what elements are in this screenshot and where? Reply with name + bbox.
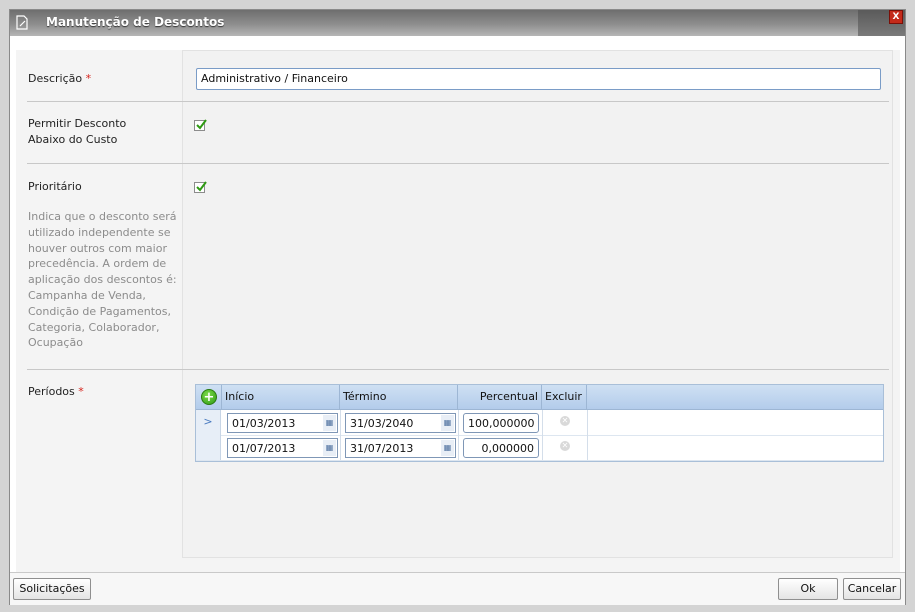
termino-date-field[interactable]: 31/07/2013 ▦: [345, 438, 456, 458]
separator: [27, 101, 889, 102]
discount-maintenance-window: Manutenção de Descontos X Descrição * Ad…: [9, 9, 906, 605]
inicio-value: 01/07/2013: [232, 442, 296, 455]
calendar-icon[interactable]: ▦: [441, 440, 454, 456]
solicitacoes-button[interactable]: Solicitações: [13, 578, 91, 600]
prioritario-checkbox[interactable]: [194, 181, 207, 193]
ok-button[interactable]: Ok: [778, 578, 838, 600]
separator: [27, 163, 889, 164]
periods-grid: + Início Término Percentual Excluir > 01…: [195, 384, 884, 462]
footer-bar: Solicitações Ok Cancelar: [10, 572, 905, 605]
inicio-date-field[interactable]: 01/03/2013 ▦: [227, 413, 338, 433]
termino-value: 31/03/2040: [350, 417, 414, 430]
column-divider: [340, 410, 341, 435]
title-bar[interactable]: Manutenção de Descontos X: [10, 10, 905, 36]
column-divider: [458, 410, 459, 435]
prioritario-hint: Indica que o desconto será utilizado ind…: [28, 210, 177, 350]
periodos-label: Períodos *: [28, 385, 84, 398]
grid-header: + Início Término Percentual Excluir: [196, 385, 883, 410]
termino-date-field[interactable]: 31/03/2040 ▦: [345, 413, 456, 433]
delete-row-icon[interactable]: ✕: [560, 416, 570, 426]
column-divider: [587, 435, 588, 460]
column-divider: [542, 435, 543, 460]
column-divider: [458, 435, 459, 460]
table-row[interactable]: 01/07/2013 ▦ 31/07/2013 ▦ 0,000000 ✕: [196, 435, 883, 461]
required-mark: *: [78, 385, 84, 398]
inicio-date-field[interactable]: 01/07/2013 ▦: [227, 438, 338, 458]
checkmark-icon: [196, 119, 207, 130]
delete-row-icon[interactable]: ✕: [560, 441, 570, 451]
column-header-inicio[interactable]: Início: [222, 385, 340, 409]
checkmark-icon: [196, 181, 207, 192]
permitir-label-line1: Permitir Desconto: [28, 117, 127, 130]
add-cell: +: [196, 385, 222, 409]
percentual-field[interactable]: 100,000000: [463, 413, 539, 433]
descricao-label: Descrição *: [28, 72, 91, 85]
percentual-field[interactable]: 0,000000: [463, 438, 539, 458]
column-header-percentual[interactable]: Percentual: [458, 385, 542, 409]
column-header-termino[interactable]: Término: [340, 385, 458, 409]
permitir-label-line2: Abaixo do Custo: [28, 133, 118, 146]
permitir-checkbox[interactable]: [194, 119, 207, 131]
form-fields-panel: [182, 50, 893, 558]
cancelar-button[interactable]: Cancelar: [843, 578, 901, 600]
inicio-value: 01/03/2013: [232, 417, 296, 430]
document-edit-icon: [16, 15, 29, 30]
close-button[interactable]: X: [889, 10, 903, 24]
calendar-icon[interactable]: ▦: [323, 415, 336, 431]
column-divider: [340, 435, 341, 460]
periodos-label-text: Períodos: [28, 385, 75, 398]
termino-value: 31/07/2013: [350, 442, 414, 455]
window-title: Manutenção de Descontos: [46, 15, 225, 29]
column-divider: [587, 410, 588, 435]
required-mark: *: [85, 72, 92, 85]
row-selector[interactable]: >: [196, 410, 221, 435]
table-row[interactable]: > 01/03/2013 ▦ 31/03/2040 ▦ 100,000000 ✕: [196, 410, 883, 436]
add-row-button[interactable]: +: [201, 389, 217, 405]
descricao-input[interactable]: Administrativo / Financeiro: [196, 68, 881, 90]
calendar-icon[interactable]: ▦: [441, 415, 454, 431]
row-selector[interactable]: [196, 435, 221, 460]
column-divider: [542, 410, 543, 435]
calendar-icon[interactable]: ▦: [323, 440, 336, 456]
separator: [27, 369, 889, 370]
form-area: Descrição * Administrativo / Financeiro …: [16, 50, 900, 572]
column-header-excluir[interactable]: Excluir: [542, 385, 587, 409]
prioritario-label: Prioritário: [28, 180, 82, 193]
descricao-label-text: Descrição: [28, 72, 83, 85]
